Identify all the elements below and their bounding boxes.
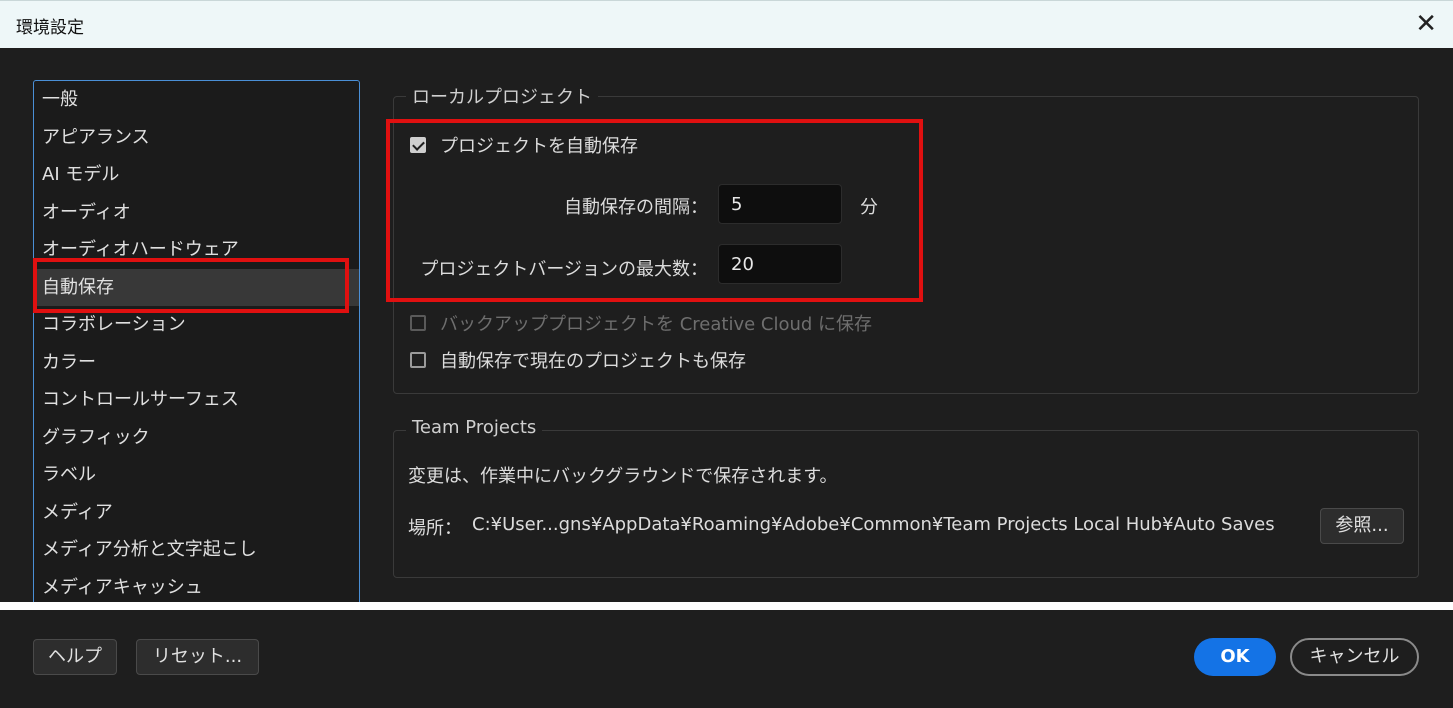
sidebar-item-auto-save[interactable]: 自動保存: [34, 268, 359, 306]
cc-backup-checkbox[interactable]: [410, 315, 426, 331]
sidebar-item-collaboration[interactable]: コラボレーション: [34, 306, 359, 344]
window-title: 環境設定: [16, 18, 84, 38]
team-note: 変更は、作業中にバックグラウンドで保存されます。: [408, 466, 838, 487]
sidebar-item-audio[interactable]: オーディオ: [34, 194, 359, 232]
close-icon[interactable]: ✕: [1415, 9, 1437, 39]
max-versions-input[interactable]: [718, 244, 842, 284]
save-current-checkbox[interactable]: [410, 352, 426, 368]
autosave-checkbox[interactable]: [410, 137, 426, 153]
category-list[interactable]: 一般 アピアランス AI モデル オーディオ オーディオハードウェア 自動保存 …: [33, 80, 360, 617]
interval-unit-label: 分: [860, 197, 878, 218]
sidebar-item-general[interactable]: 一般: [34, 81, 359, 119]
team-projects-group: Team Projects: [393, 417, 1419, 578]
local-project-legend: ローカルプロジェクト: [406, 83, 598, 109]
autosave-label: プロジェクトを自動保存: [440, 136, 638, 157]
reset-button[interactable]: リセット...: [136, 639, 259, 675]
help-button[interactable]: ヘルプ: [33, 639, 117, 675]
location-label: 場所：: [408, 518, 462, 539]
sidebar-item-ai-models[interactable]: AI モデル: [34, 156, 359, 194]
sidebar-item-control-surface[interactable]: コントロールサーフェス: [34, 381, 359, 419]
sidebar-item-media[interactable]: メディア: [34, 494, 359, 532]
sidebar-item-appearance[interactable]: アピアランス: [34, 119, 359, 157]
preferences-content: 一般 アピアランス AI モデル オーディオ オーディオハードウェア 自動保存 …: [0, 48, 1453, 617]
sidebar-item-color[interactable]: カラー: [34, 344, 359, 382]
sidebar-item-labels[interactable]: ラベル: [34, 456, 359, 494]
title-bar: 環境設定 ✕: [0, 0, 1453, 48]
browse-button[interactable]: 参照...: [1320, 508, 1404, 544]
save-current-label: 自動保存で現在のプロジェクトも保存: [440, 351, 746, 372]
separator: [0, 602, 1453, 610]
cancel-button[interactable]: キャンセル: [1290, 638, 1419, 676]
sidebar-item-audio-hardware[interactable]: オーディオハードウェア: [34, 231, 359, 269]
sidebar-item-media-analysis[interactable]: メディア分析と文字起こし: [34, 531, 359, 569]
sidebar-item-graphics[interactable]: グラフィック: [34, 419, 359, 457]
ok-button[interactable]: OK: [1194, 638, 1276, 676]
cc-backup-label: バックアッププロジェクトを Creative Cloud に保存: [440, 314, 873, 335]
interval-label: 自動保存の間隔：: [564, 197, 708, 218]
max-versions-label: プロジェクトバージョンの最大数：: [420, 259, 708, 280]
location-path: C:¥User...gns¥AppData¥Roaming¥Adobe¥Comm…: [472, 514, 1275, 535]
dialog-footer: ヘルプ リセット... OK キャンセル: [0, 610, 1453, 708]
team-projects-legend: Team Projects: [406, 417, 543, 438]
sidebar-item-media-cache[interactable]: メディアキャッシュ: [34, 569, 359, 607]
interval-input[interactable]: [718, 184, 842, 224]
